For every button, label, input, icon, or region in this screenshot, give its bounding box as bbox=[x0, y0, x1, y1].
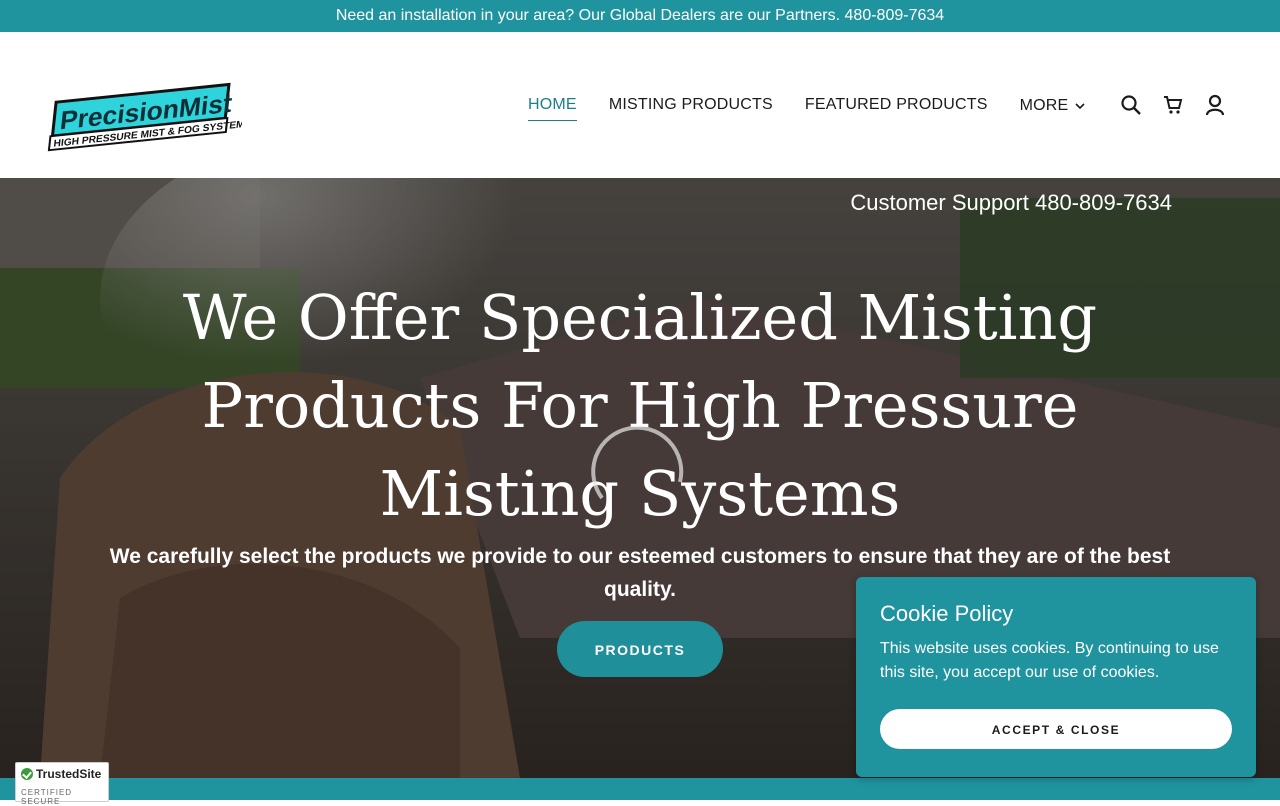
loading-spinner-icon bbox=[591, 425, 684, 500]
announcement-bar: Need an installation in your area? Our G… bbox=[0, 0, 1280, 32]
trusted-site-sub: CERTIFIED SECURE bbox=[21, 788, 73, 806]
check-icon bbox=[21, 768, 33, 780]
customer-support-text: Customer Support 480-809-7634 bbox=[850, 190, 1172, 215]
cookie-body: This website uses cookies. By continuing… bbox=[880, 640, 1219, 681]
trusted-site-name: TrustedSite bbox=[36, 767, 102, 781]
search-icon[interactable] bbox=[1120, 94, 1142, 116]
main-nav: HOME MISTING PRODUCTS FEATURED PRODUCTS … bbox=[528, 96, 1086, 121]
site-logo[interactable]: PrecisionMist HIGH PRESSURE MIST & FOG S… bbox=[46, 60, 252, 154]
nav-more-label: MORE bbox=[1019, 96, 1069, 114]
cookie-title: Cookie Policy bbox=[880, 601, 1014, 626]
nav-more[interactable]: MORE bbox=[1020, 96, 1087, 121]
bottom-band bbox=[0, 778, 1280, 800]
nav-featured-products[interactable]: FEATURED PRODUCTS bbox=[805, 96, 988, 121]
accept-close-button[interactable]: ACCEPT & CLOSE bbox=[880, 709, 1232, 749]
announcement-text: Need an installation in your area? Our G… bbox=[335, 7, 945, 24]
header-icons bbox=[1120, 94, 1226, 116]
nav-home[interactable]: HOME bbox=[528, 96, 577, 121]
trusted-site-badge[interactable]: TrustedSite CERTIFIED SECURE bbox=[15, 762, 109, 806]
products-button[interactable]: PRODUCTS bbox=[557, 621, 723, 677]
account-icon[interactable] bbox=[1204, 94, 1226, 116]
trusted-site-name-row: TrustedSite bbox=[21, 767, 101, 781]
site-header: PrecisionMist HIGH PRESSURE MIST & FOG S… bbox=[0, 32, 1280, 178]
cart-icon[interactable] bbox=[1162, 94, 1184, 116]
logo-image: PrecisionMist HIGH PRESSURE MIST & FOG S… bbox=[47, 82, 252, 152]
cookie-policy-banner: Cookie Policy This website uses cookies.… bbox=[856, 577, 1256, 777]
chevron-down-icon bbox=[1075, 102, 1085, 109]
nav-misting-products[interactable]: MISTING PRODUCTS bbox=[609, 96, 773, 121]
